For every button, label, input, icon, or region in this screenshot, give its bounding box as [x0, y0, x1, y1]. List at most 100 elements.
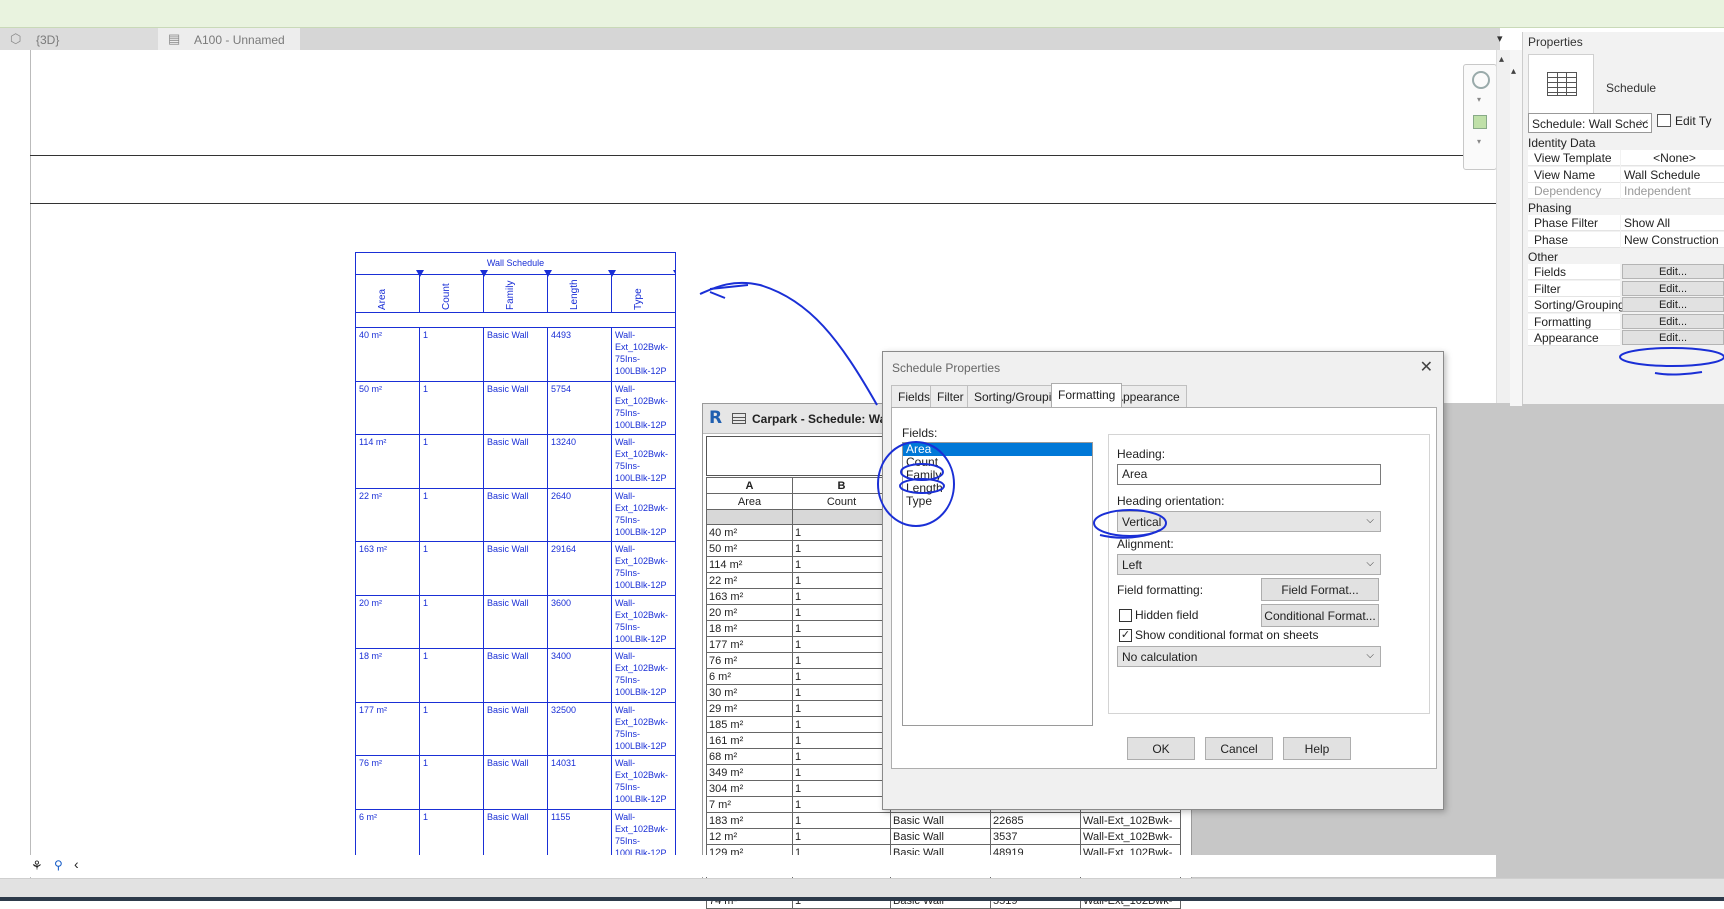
table-cell[interactable]: 40 m²: [706, 524, 793, 541]
table-cell[interactable]: 76 m²: [706, 652, 793, 669]
table-cell[interactable]: 12 m²: [706, 828, 793, 845]
table-cell[interactable]: B: [792, 477, 891, 494]
scroll-up-icon[interactable]: ▴: [1511, 66, 1516, 77]
navigation-bar[interactable]: ▾ ▾: [1463, 64, 1497, 170]
table-cell[interactable]: 1: [792, 524, 891, 541]
property-edit-button[interactable]: Edit...: [1622, 264, 1724, 279]
table-cell[interactable]: 1: [792, 812, 891, 829]
show-conditional-checkbox[interactable]: ✓: [1119, 629, 1132, 642]
sheet-column-header[interactable]: Family: [484, 275, 548, 313]
ok-button[interactable]: OK: [1127, 737, 1195, 760]
table-cell[interactable]: 1: [792, 604, 891, 621]
table-cell[interactable]: 1: [792, 684, 891, 701]
property-edit-button[interactable]: Edit...: [1622, 313, 1724, 329]
property-value[interactable]: <None>: [1621, 150, 1724, 166]
table-cell[interactable]: [706, 509, 793, 525]
calculation-select[interactable]: No calculation ⌵: [1117, 646, 1381, 667]
table-cell[interactable]: 114 m²: [706, 556, 793, 573]
worksharing-icon[interactable]: ⚘: [31, 858, 43, 874]
table-cell[interactable]: Basic Wall: [890, 812, 991, 829]
table-cell[interactable]: 29 m²: [706, 700, 793, 717]
close-icon[interactable]: ✕: [1420, 357, 1433, 377]
column-resize-arrow-icon[interactable]: [480, 270, 488, 277]
heading-input[interactable]: Area: [1117, 464, 1381, 485]
table-cell[interactable]: 1: [792, 828, 891, 845]
conditional-format-button[interactable]: Conditional Format...: [1261, 604, 1379, 627]
property-edit-button[interactable]: Edit...: [1622, 330, 1724, 345]
table-cell[interactable]: 50 m²: [706, 540, 793, 557]
table-cell[interactable]: 1: [792, 764, 891, 781]
column-resize-arrow-icon[interactable]: [673, 270, 675, 277]
table-cell[interactable]: 20 m²: [706, 604, 793, 621]
property-value[interactable]: Show All: [1621, 215, 1724, 231]
column-resize-arrow-icon[interactable]: [544, 270, 552, 277]
sheet-column-header[interactable]: Length: [548, 275, 612, 313]
table-cell[interactable]: 1: [792, 780, 891, 797]
canvas-side-scrollbar[interactable]: ▴: [1510, 50, 1522, 406]
table-cell[interactable]: Area: [706, 493, 793, 510]
instance-selector[interactable]: Schedule: Wall Schec ⌵: [1528, 113, 1652, 133]
list-item[interactable]: Type: [903, 495, 1092, 508]
table-cell[interactable]: 1: [792, 668, 891, 685]
table-cell[interactable]: 1: [792, 540, 891, 557]
group-phasing[interactable]: Phasing: [1528, 201, 1571, 215]
table-cell[interactable]: 1: [792, 732, 891, 749]
table-cell[interactable]: 1: [792, 748, 891, 765]
cancel-button[interactable]: Cancel: [1205, 737, 1273, 760]
table-cell[interactable]: 1: [792, 620, 891, 637]
table-cell[interactable]: Count: [792, 493, 891, 510]
sheet-column-header[interactable]: Area: [356, 275, 420, 313]
zoom-region-icon[interactable]: [1473, 115, 1487, 129]
steering-wheel-icon[interactable]: [1472, 71, 1490, 89]
table-cell[interactable]: 30 m²: [706, 684, 793, 701]
table-cell[interactable]: 6 m²: [706, 668, 793, 685]
table-cell[interactable]: 185 m²: [706, 716, 793, 733]
table-cell[interactable]: 68 m²: [706, 748, 793, 765]
property-value[interactable]: Wall Schedule: [1621, 166, 1724, 183]
heading-orientation-select[interactable]: Vertical ⌵: [1117, 511, 1381, 532]
group-other[interactable]: Other: [1528, 250, 1558, 264]
table-cell[interactable]: 22685: [990, 812, 1081, 829]
table-cell[interactable]: Basic Wall: [890, 828, 991, 845]
scroll-up-icon[interactable]: ▴: [1499, 54, 1504, 65]
column-resize-arrow-icon[interactable]: [416, 270, 424, 277]
table-cell[interactable]: 22 m²: [706, 572, 793, 589]
table-cell[interactable]: 349 m²: [706, 764, 793, 781]
hidden-field-checkbox[interactable]: [1119, 609, 1132, 622]
table-cell[interactable]: 183 m²: [706, 812, 793, 829]
collapse-arrow-icon[interactable]: ‹: [74, 856, 79, 872]
table-cell[interactable]: 1: [792, 796, 891, 813]
property-edit-button[interactable]: Edit...: [1622, 297, 1724, 312]
tab-filter[interactable]: Filter: [930, 385, 971, 407]
alignment-select[interactable]: Left ⌵: [1117, 554, 1381, 575]
table-cell[interactable]: Wall-Ext_102Bwk-: [1080, 828, 1181, 845]
help-button[interactable]: Help: [1283, 737, 1351, 760]
sheet-column-header[interactable]: Type: [612, 275, 675, 313]
table-cell[interactable]: A: [706, 477, 793, 494]
table-cell[interactable]: 304 m²: [706, 780, 793, 797]
visibility-icon[interactable]: ⚲: [54, 858, 63, 872]
zoom-menu-icon[interactable]: ▾: [1477, 137, 1481, 146]
tab-sheet-a100[interactable]: ▤ A100 - Unnamed: [158, 28, 300, 50]
table-cell[interactable]: 163 m²: [706, 588, 793, 605]
property-value[interactable]: Independent: [1621, 183, 1724, 199]
table-cell[interactable]: 1: [792, 588, 891, 605]
table-cell[interactable]: 1: [792, 716, 891, 733]
table-cell[interactable]: 1: [792, 556, 891, 573]
table-cell[interactable]: 161 m²: [706, 732, 793, 749]
sheet-wall-schedule[interactable]: Wall Schedule Area Count Family Length Type …: [355, 252, 676, 857]
property-edit-button[interactable]: Edit...: [1622, 280, 1724, 296]
table-cell[interactable]: [792, 509, 891, 525]
table-cell[interactable]: 3537: [990, 828, 1081, 845]
table-cell[interactable]: 18 m²: [706, 620, 793, 637]
tab-formatting[interactable]: Formatting: [1051, 383, 1123, 407]
fields-list[interactable]: Area Count Family Length Type: [902, 442, 1093, 726]
table-cell[interactable]: 1: [792, 572, 891, 589]
table-cell[interactable]: 1: [792, 636, 891, 653]
table-cell[interactable]: 7 m²: [706, 796, 793, 813]
table-cell[interactable]: Wall-Ext_102Bwk-: [1080, 812, 1181, 829]
property-value[interactable]: New Construction: [1621, 231, 1724, 248]
table-cell[interactable]: 1: [792, 652, 891, 669]
column-resize-arrow-icon[interactable]: [608, 270, 616, 277]
tab-list-menu-icon[interactable]: ▾: [1497, 32, 1511, 46]
